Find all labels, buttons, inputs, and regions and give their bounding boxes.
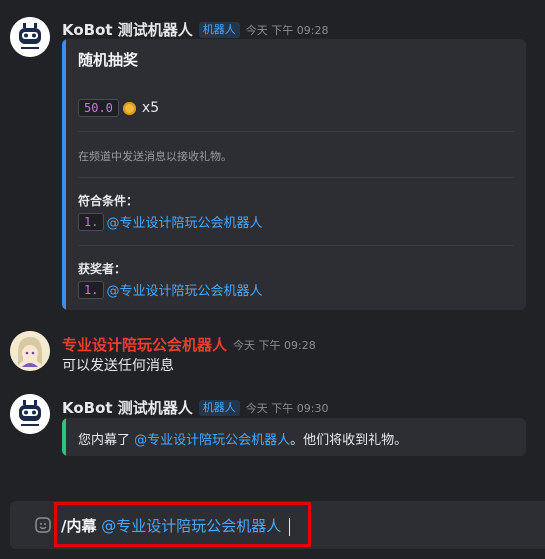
result-prefix: 您内幕了 <box>78 433 135 448</box>
message-text: 可以发送任何消息 <box>62 358 174 374</box>
card-accent-bar <box>62 418 66 456</box>
timestamp: 今天 下午 09:28 <box>245 23 329 37</box>
condition-index: 1. <box>78 212 105 231</box>
card-title: 随机抽奖 <box>78 51 139 69</box>
card-accent-bar <box>62 39 66 310</box>
winner-mention[interactable]: @专业设计陪玩公会机器人 <box>106 280 262 299</box>
prize-row: 50.0 x5 <box>78 99 159 117</box>
divider <box>78 245 514 246</box>
winner-row: 1. @专业设计陪玩公会机器人 <box>78 280 262 299</box>
avatar[interactable] <box>10 331 50 371</box>
author-name[interactable]: KoBot 测试机器人 <box>62 397 193 418</box>
condition-row: 1. @专业设计陪玩公会机器人 <box>78 212 262 231</box>
prize-count: x5 <box>141 100 160 116</box>
bot-badge: 机器人 <box>198 399 240 416</box>
robot-avatar-icon <box>10 17 50 57</box>
result-card: 您内幕了 @专业设计陪玩公会机器人。他们将收到礼物。 <box>62 418 526 456</box>
condition-label: 符合条件： <box>78 194 139 208</box>
highlight-box <box>54 502 311 547</box>
coin-icon <box>122 101 136 115</box>
divider <box>78 177 514 178</box>
author-name[interactable]: KoBot 测试机器人 <box>62 19 193 40</box>
winner-index: 1. <box>78 280 105 299</box>
result-text: 您内幕了 @专业设计陪玩公会机器人。他们将收到礼物。 <box>78 429 407 448</box>
divider <box>78 131 514 132</box>
condition-mention[interactable]: @专业设计陪玩公会机器人 <box>106 212 262 231</box>
avatar[interactable] <box>10 17 50 57</box>
emoji-icon[interactable] <box>34 516 52 534</box>
winner-label: 获奖者： <box>78 262 127 276</box>
anime-avatar-icon <box>10 331 50 371</box>
prize-amount: 50.0 <box>78 99 119 117</box>
lottery-card: 随机抽奖 50.0 x5 在频道中发送消息以接收礼物。 符合条件： 1. @专业… <box>62 39 526 310</box>
timestamp: 今天 下午 09:28 <box>233 338 316 352</box>
timestamp: 今天 下午 09:30 <box>245 401 329 415</box>
bot-badge: 机器人 <box>198 21 240 38</box>
avatar[interactable] <box>10 394 50 434</box>
author-name[interactable]: 专业设计陪玩公会机器人 <box>62 334 227 355</box>
robot-avatar-icon <box>10 394 50 434</box>
card-description: 在频道中发送消息以接收礼物。 <box>78 150 232 163</box>
result-suffix: 。他们将收到礼物。 <box>290 433 408 448</box>
result-mention[interactable]: @专业设计陪玩公会机器人 <box>134 433 290 448</box>
